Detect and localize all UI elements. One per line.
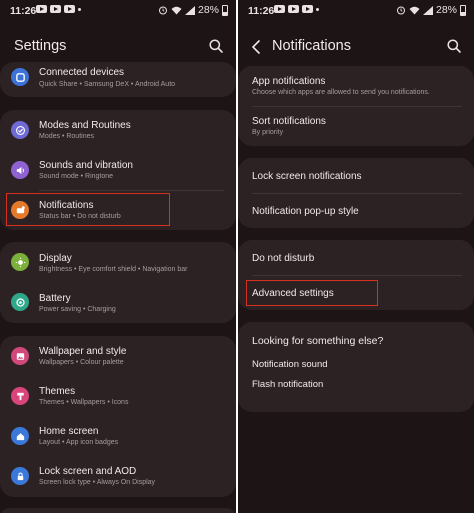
status-bar: 11:26 28% xyxy=(0,0,236,24)
status-time: 11:26 xyxy=(10,5,37,17)
item-title: App notifications xyxy=(252,76,326,87)
battery-percent: 28% xyxy=(197,4,219,16)
search-icon[interactable] xyxy=(446,38,462,54)
settings-item-sounds[interactable]: Sounds and vibration Sound mode • Ringto… xyxy=(0,150,236,190)
item-title: Themes xyxy=(39,386,76,397)
settings-item-display[interactable]: Display Brightness • Eye comfort shield … xyxy=(0,242,236,282)
card-display: Display Brightness • Eye comfort shield … xyxy=(0,242,236,323)
settings-item-battery[interactable]: Battery Power saving • Charging xyxy=(0,282,236,323)
more-dot-icon xyxy=(78,7,81,11)
page-title: Notifications xyxy=(272,38,351,54)
settings-item-modes[interactable]: Modes and Routines Modes • Routines xyxy=(0,110,236,150)
check-circle-icon xyxy=(11,121,29,139)
youtube-icon xyxy=(274,5,285,13)
battery-status-icon xyxy=(460,4,466,16)
signal-icon xyxy=(422,5,433,15)
card-suggestions: Looking for something else? Notification… xyxy=(238,322,474,412)
item-title: Battery xyxy=(39,293,71,304)
suggestion-link-flash-notification[interactable]: Flash notification xyxy=(252,379,323,390)
item-title: Modes and Routines xyxy=(39,120,131,131)
item-subtitle: Sound mode • Ringtone xyxy=(39,173,114,180)
speaker-icon xyxy=(11,161,29,179)
home-icon xyxy=(11,427,29,445)
more-dot-icon xyxy=(316,7,319,11)
item-subtitle: Brightness • Eye comfort shield • Naviga… xyxy=(39,266,188,273)
link-icon xyxy=(11,68,29,86)
app-notifications-item[interactable]: App notifications Choose which apps are … xyxy=(238,66,474,106)
suggestions-heading: Looking for something else? xyxy=(252,335,384,347)
settings-screen: 11:26 28% Settings Connected devices Qui… xyxy=(0,0,236,513)
item-subtitle: By priority xyxy=(252,129,284,136)
notification-icons xyxy=(36,5,81,13)
lock-icon xyxy=(11,467,29,485)
notifications-screen: 11:26 28% Notifications App notification… xyxy=(238,0,474,513)
picture-icon xyxy=(11,347,29,365)
settings-item-wallpaper[interactable]: Wallpaper and style Wallpapers • Colour … xyxy=(0,336,236,376)
highlight-box xyxy=(246,280,378,306)
search-icon[interactable] xyxy=(208,38,224,54)
alarm-icon xyxy=(396,6,405,15)
notification-popup-style-item[interactable]: Notification pop-up style xyxy=(238,193,474,228)
notification-icons xyxy=(274,5,319,13)
item-subtitle: Layout • App icon badges xyxy=(39,439,119,446)
card-app-notifications: App notifications Choose which apps are … xyxy=(238,66,474,146)
item-title: Display xyxy=(39,253,72,264)
item-title: Do not disturb xyxy=(252,253,315,264)
do-not-disturb-item[interactable]: Do not disturb xyxy=(238,240,474,275)
lock-screen-notifications-item[interactable]: Lock screen notifications xyxy=(238,158,474,193)
theme-icon xyxy=(11,387,29,405)
wifi-icon xyxy=(171,6,182,14)
item-subtitle: Screen lock type • Always On Display xyxy=(39,479,156,486)
battery-status-icon xyxy=(222,4,228,16)
status-right: 28% xyxy=(396,4,466,16)
page-title: Settings xyxy=(14,38,67,54)
back-arrow-icon[interactable] xyxy=(250,39,262,55)
item-title: Notification pop-up style xyxy=(252,206,359,217)
youtube-icon xyxy=(64,5,75,13)
sun-icon xyxy=(11,253,29,271)
item-title: Connected devices xyxy=(39,67,125,78)
card-lock-popup: Lock screen notifications Notification p… xyxy=(238,158,474,228)
suggestion-link-notification-sound[interactable]: Notification sound xyxy=(252,359,328,370)
wifi-icon xyxy=(409,6,420,14)
card-wallpaper: Wallpaper and style Wallpapers • Colour … xyxy=(0,336,236,497)
status-bar: 11:26 28% xyxy=(238,0,474,24)
youtube-icon xyxy=(302,5,313,13)
item-title: Sounds and vibration xyxy=(39,160,133,171)
alarm-icon xyxy=(158,6,167,15)
item-subtitle: Modes • Routines xyxy=(39,133,94,140)
item-title: Home screen xyxy=(39,426,99,437)
item-subtitle: Wallpapers • Colour palette xyxy=(39,359,124,366)
card-next xyxy=(0,508,236,513)
status-time: 11:26 xyxy=(248,5,275,17)
card-connected: Connected devices Quick Share • Samsung … xyxy=(0,62,236,97)
item-title: Lock screen notifications xyxy=(252,171,362,182)
item-subtitle: Power saving • Charging xyxy=(39,306,116,313)
youtube-icon xyxy=(50,5,61,13)
signal-icon xyxy=(184,5,195,15)
battery-percent: 28% xyxy=(435,4,457,16)
youtube-icon xyxy=(288,5,299,13)
sort-notifications-item[interactable]: Sort notifications By priority xyxy=(238,106,474,146)
item-title: Lock screen and AOD xyxy=(39,466,137,477)
item-subtitle: Choose which apps are allowed to send yo… xyxy=(252,89,430,96)
settings-item-home-screen[interactable]: Home screen Layout • App icon badges xyxy=(0,416,236,456)
item-title: Wallpaper and style xyxy=(39,346,127,357)
battery-icon xyxy=(11,293,29,311)
youtube-icon xyxy=(36,5,47,13)
settings-item-lock-screen[interactable]: Lock screen and AOD Screen lock type • A… xyxy=(0,456,236,497)
status-right: 28% xyxy=(158,4,228,16)
item-title: Sort notifications xyxy=(252,116,326,127)
settings-item-themes[interactable]: Themes Themes • Wallpapers • Icons xyxy=(0,376,236,416)
item-subtitle: Themes • Wallpapers • Icons xyxy=(39,399,129,406)
settings-item-connected-devices[interactable]: Connected devices Quick Share • Samsung … xyxy=(0,62,236,97)
highlight-box xyxy=(6,193,170,226)
item-subtitle: Quick Share • Samsung DeX • Android Auto xyxy=(39,81,176,88)
